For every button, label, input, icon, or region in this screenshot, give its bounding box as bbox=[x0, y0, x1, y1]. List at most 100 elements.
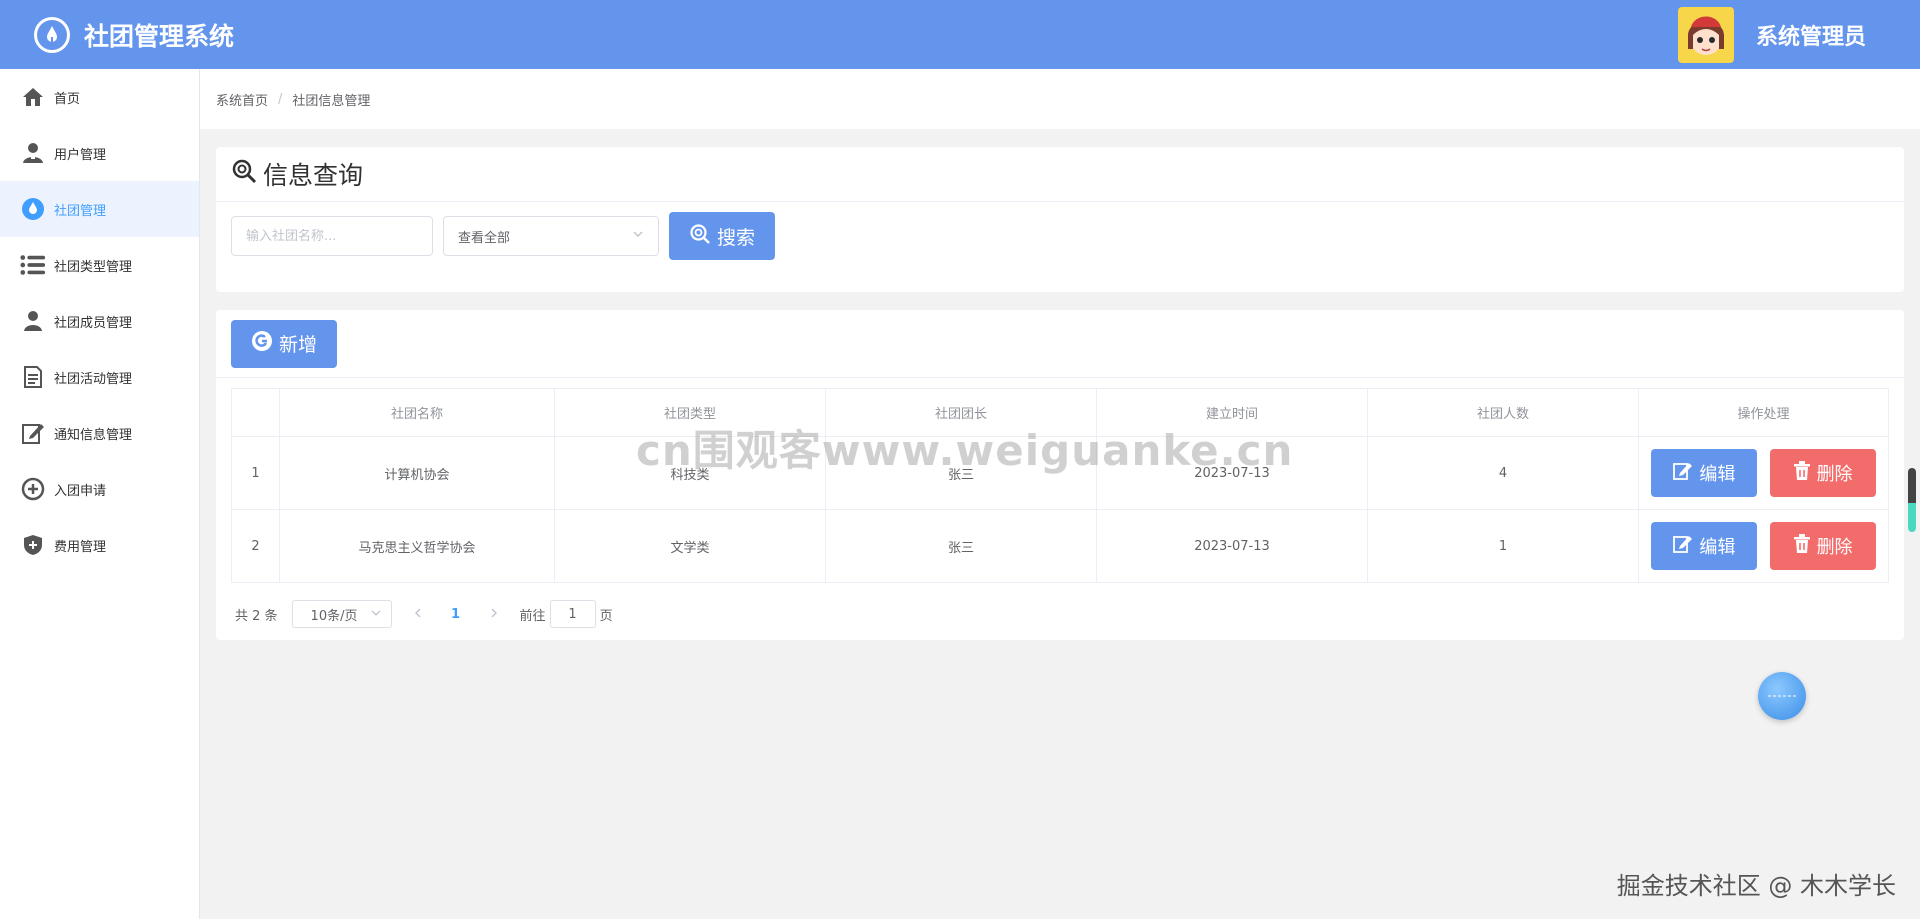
page-size-select[interactable]: 10条/页 bbox=[291, 600, 392, 628]
column-header: 社团人数 bbox=[1367, 388, 1639, 437]
sidebar-item-label: 首页 bbox=[54, 91, 81, 107]
pagination: 共 2 条 10条/页 1 前往 1 页 bbox=[235, 600, 613, 628]
list-icon bbox=[20, 252, 46, 278]
chevron-down-icon bbox=[632, 228, 644, 244]
delete-button-label: 删除 bbox=[1816, 464, 1853, 485]
plus-circle-icon bbox=[20, 476, 46, 502]
search-card: 信息查询 查看全部 搜索 bbox=[216, 147, 1904, 292]
sidebar-item-members[interactable]: 社团成员管理 bbox=[0, 293, 199, 349]
club-name-input[interactable] bbox=[231, 216, 433, 256]
cell-count: 4 bbox=[1367, 436, 1639, 510]
sidebar-item-fees[interactable]: 费用管理 bbox=[0, 517, 199, 573]
club-type-selected: 查看全部 bbox=[458, 230, 511, 246]
prev-page-button[interactable] bbox=[406, 607, 430, 622]
next-page-button[interactable] bbox=[482, 607, 506, 622]
table-toolbar: 新增 bbox=[216, 310, 1904, 378]
search-button[interactable]: 搜索 bbox=[669, 212, 776, 260]
home-icon bbox=[20, 84, 46, 110]
search-icon bbox=[689, 223, 711, 250]
goto-page-input[interactable]: 1 bbox=[549, 600, 596, 628]
cell-actions: 编辑 删除 bbox=[1638, 436, 1889, 510]
row-index: 1 bbox=[231, 436, 280, 510]
delete-button[interactable]: 删除 bbox=[1769, 522, 1876, 570]
user-menu[interactable]: 系统管理员 bbox=[1677, 6, 1886, 63]
goto-prefix: 前往 bbox=[519, 608, 546, 624]
sidebar-item-label: 费用管理 bbox=[54, 539, 107, 555]
sidebar-item-label: 社团管理 bbox=[54, 203, 107, 219]
edit-icon bbox=[1673, 461, 1693, 486]
member-icon bbox=[20, 308, 46, 334]
top-header: 社团管理系统 系统管理员 bbox=[0, 0, 1920, 69]
trash-icon bbox=[1793, 460, 1811, 486]
table-row: 2 马克思主义哲学协会 文学类 张三 2023-07-13 1 编辑 删除 bbox=[231, 509, 1889, 583]
cell-actions: 编辑 删除 bbox=[1638, 509, 1889, 583]
edit-icon bbox=[1673, 534, 1693, 559]
page-number-current[interactable]: 1 bbox=[444, 607, 468, 622]
delete-button[interactable]: 删除 bbox=[1769, 449, 1876, 497]
sidebar-item-label: 通知信息管理 bbox=[54, 427, 133, 443]
edit-button[interactable]: 编辑 bbox=[1651, 522, 1758, 570]
search-button-label: 搜索 bbox=[717, 226, 756, 249]
sidebar-item-club-types[interactable]: 社团类型管理 bbox=[0, 237, 199, 293]
trash-icon bbox=[1793, 533, 1811, 559]
pagination-total: 共 2 条 bbox=[235, 608, 278, 624]
cell-date: 2023-07-13 bbox=[1096, 509, 1368, 583]
avatar[interactable] bbox=[1677, 6, 1734, 63]
search-icon bbox=[231, 158, 257, 190]
watermark-bottom-right: 掘金技术社区 @ 木木学长 bbox=[1616, 872, 1896, 900]
delete-button-label: 删除 bbox=[1816, 537, 1853, 558]
sidebar-item-label: 入团申请 bbox=[54, 483, 107, 499]
scroll-indicator[interactable] bbox=[1908, 468, 1916, 532]
sidebar-item-label: 社团成员管理 bbox=[54, 315, 133, 331]
dash-icon bbox=[1768, 695, 1796, 697]
app-title: 社团管理系统 bbox=[84, 21, 235, 51]
sidebar-item-users[interactable]: 用户管理 bbox=[0, 125, 199, 181]
chevron-left-icon bbox=[414, 608, 421, 617]
add-icon bbox=[251, 330, 273, 357]
user-icon bbox=[20, 140, 46, 166]
breadcrumb: 系统首页 / 社团信息管理 bbox=[200, 69, 1920, 129]
watermark-center: cn围观客www.weiguanke.cn bbox=[636, 426, 1294, 475]
breadcrumb-separator: / bbox=[278, 91, 283, 107]
sidebar-item-activities[interactable]: 社团活动管理 bbox=[0, 349, 199, 405]
page-title: 信息查询 bbox=[263, 161, 364, 190]
column-header: 操作处理 bbox=[1638, 388, 1889, 437]
brand: 社团管理系统 bbox=[34, 16, 235, 53]
cell-club-type: 文学类 bbox=[554, 509, 826, 583]
sidebar: 首页 用户管理 社团管理 社团类型管理 社团成员管理 社团活动管理 通知信息管理… bbox=[0, 69, 200, 919]
sidebar-item-label: 社团类型管理 bbox=[54, 259, 133, 275]
column-header: 社团名称 bbox=[279, 388, 555, 437]
breadcrumb-home[interactable]: 系统首页 bbox=[216, 90, 268, 109]
page-size-value: 10条/页 bbox=[310, 608, 358, 624]
shield-icon bbox=[20, 532, 46, 558]
cell-club-name: 马克思主义哲学协会 bbox=[279, 509, 555, 583]
chevron-down-icon bbox=[371, 607, 381, 622]
sidebar-item-label: 社团活动管理 bbox=[54, 371, 133, 387]
goto-suffix: 页 bbox=[599, 608, 613, 624]
edit-button[interactable]: 编辑 bbox=[1651, 449, 1758, 497]
add-button[interactable]: 新增 bbox=[231, 319, 338, 368]
row-index: 2 bbox=[231, 509, 280, 583]
breadcrumb-current: 社团信息管理 bbox=[292, 93, 371, 109]
sidebar-item-label: 用户管理 bbox=[54, 147, 107, 163]
search-card-title: 信息查询 bbox=[216, 147, 1904, 202]
logo-icon bbox=[34, 16, 70, 53]
club-type-select[interactable]: 查看全部 bbox=[443, 216, 659, 256]
add-button-label: 新增 bbox=[279, 334, 318, 356]
cell-count: 1 bbox=[1367, 509, 1639, 583]
chevron-right-icon bbox=[491, 608, 497, 617]
edit-icon bbox=[20, 420, 46, 446]
edit-button-label: 编辑 bbox=[1699, 537, 1736, 558]
edit-button-label: 编辑 bbox=[1699, 464, 1736, 485]
search-row: 查看全部 搜索 bbox=[216, 202, 1904, 270]
floating-assistant-button[interactable] bbox=[1758, 672, 1806, 720]
cell-club-name: 计算机协会 bbox=[279, 436, 555, 510]
document-icon bbox=[20, 364, 46, 390]
sidebar-item-home[interactable]: 首页 bbox=[0, 69, 199, 125]
column-header-index bbox=[231, 388, 280, 437]
cell-leader: 张三 bbox=[825, 509, 1097, 583]
sidebar-item-clubs[interactable]: 社团管理 bbox=[0, 181, 199, 237]
sidebar-item-notices[interactable]: 通知信息管理 bbox=[0, 405, 199, 461]
drop-icon bbox=[20, 196, 46, 222]
sidebar-item-apply[interactable]: 入团申请 bbox=[0, 461, 199, 517]
